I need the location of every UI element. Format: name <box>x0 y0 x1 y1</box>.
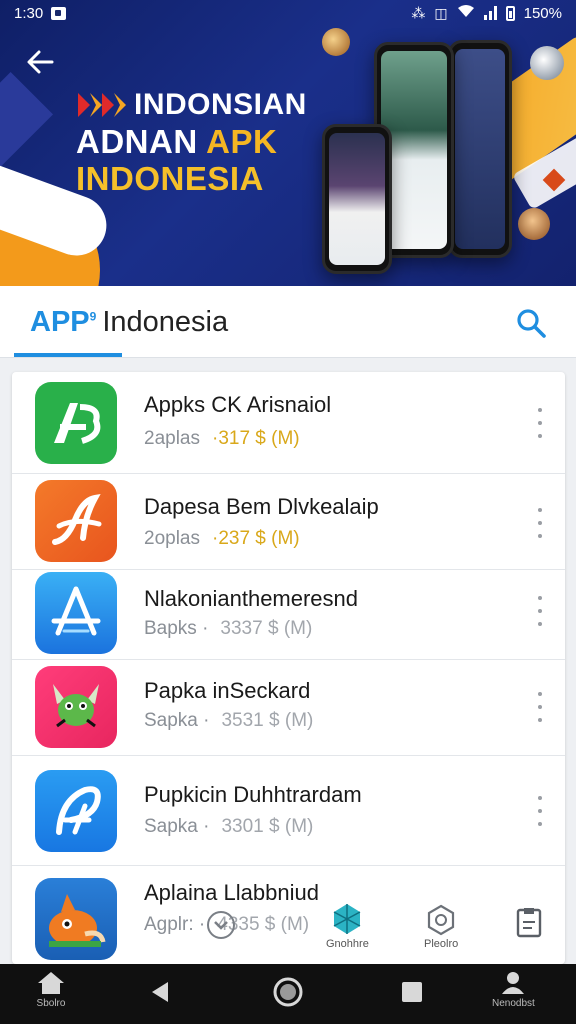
clipboard-overlay-button[interactable] <box>514 906 544 938</box>
tab-active-indicator <box>14 353 122 357</box>
app-type: 2aplas <box>144 428 200 449</box>
more-options-icon[interactable] <box>533 408 547 438</box>
character-decoration <box>518 208 550 240</box>
profile-label: Pleolro <box>424 938 459 950</box>
list-item[interactable]: Papka inSeckard Sapka · 3531 $ (M) <box>12 660 565 756</box>
gem-icon <box>334 904 361 934</box>
pen-a-icon <box>35 770 117 852</box>
list-item[interactable]: Dapesa Bem Dlvkealaip 2oplas ·237 $ (M) <box>12 474 565 570</box>
notification-icon <box>51 6 67 20</box>
banner-title-line3: INDONESIA <box>76 160 264 198</box>
app-type: 2oplas <box>144 528 200 549</box>
promo-banner: INDONSIAN ADNAN APK INDONESIA <box>0 0 576 286</box>
app-type: Bapks · <box>144 618 209 639</box>
nav-recents[interactable] <box>400 980 424 1004</box>
app-type: Agplr: · <box>144 914 206 935</box>
app-meta: Sapka · 3531 $ (M) <box>144 710 313 732</box>
app-name: Nlakonianthemeresnd <box>144 586 359 611</box>
coin-decoration <box>322 28 350 56</box>
nav-account[interactable]: Nenodbst <box>492 970 535 1009</box>
banner-title-accent: APK <box>206 122 278 160</box>
app-meta: Bapks · 3337 $ (M) <box>144 618 312 640</box>
status-bar: 1:30 ⁂ ◫ 150% <box>0 0 576 26</box>
download-overlay-button[interactable] <box>206 910 236 940</box>
banner-title: INDONSIAN ADNAN APK INDONESIA <box>76 88 307 198</box>
phone-mockup <box>448 40 512 258</box>
chevron-down-circle-icon <box>207 911 235 939</box>
games-overlay-button[interactable]: Gnohhre <box>326 902 369 950</box>
script-a-icon <box>35 480 117 562</box>
list-item[interactable]: Pupkicin Duhhtrardam Sapka · 3301 $ (M) <box>12 756 565 866</box>
list-item[interactable]: Appks CK Arisnaiol 2aplas ·317 $ (M) <box>12 372 565 474</box>
list-item[interactable]: Nlakonianthemeresnd Bapks · 3337 $ (M) <box>12 570 565 660</box>
battery-level: 150% <box>523 4 562 22</box>
brand-logo-icon <box>76 91 128 119</box>
search-icon <box>517 309 546 338</box>
dragon-icon <box>35 666 117 748</box>
battery-icon <box>505 5 515 21</box>
banner-title-line1: INDONSIAN <box>134 88 307 121</box>
banner-shape <box>0 71 54 179</box>
clipboard-icon <box>516 908 542 938</box>
app-store-icon <box>35 572 117 654</box>
more-options-icon[interactable] <box>533 508 547 538</box>
arrow-left-icon <box>27 50 54 74</box>
vibrate-icon: ◫ <box>434 4 448 21</box>
app-meta: 2aplas ·317 $ (M) <box>144 428 300 450</box>
home-icon <box>38 972 64 994</box>
fox-icon <box>35 878 117 960</box>
bottom-navigation: Sbolro Nenodbst <box>0 964 576 1024</box>
tab-header: APP9 Indonesia <box>0 286 576 358</box>
ball-decoration <box>530 46 564 80</box>
app-name: Appks CK Arisnaiol <box>144 392 332 417</box>
nav-home-circle[interactable] <box>272 976 304 1008</box>
nfc-icon: ⁂ <box>411 4 426 21</box>
app-list: Appks CK Arisnaiol 2aplas ·317 $ (M) Dape… <box>12 372 565 964</box>
search-button[interactable] <box>512 304 550 342</box>
app-meta: 2oplas ·237 $ (M) <box>144 528 300 550</box>
app-size: 3337 $ (M) <box>220 618 313 639</box>
tab-apps[interactable]: APP9 Indonesia <box>30 306 228 339</box>
app-size: ·317 $ (M) <box>212 428 300 449</box>
app-name: Papka inSeckard <box>144 678 311 703</box>
games-label: Gnohhre <box>326 938 369 950</box>
circle-home-icon <box>273 977 303 1007</box>
signal-icon <box>483 6 497 20</box>
app-meta: Sapka · 3301 $ (M) <box>144 816 313 838</box>
status-time: 1:30 <box>14 4 44 22</box>
tab-prefix-sup: 9 <box>89 309 97 324</box>
ab-icon <box>35 382 117 464</box>
app-type: Sapka · <box>144 710 210 731</box>
more-options-icon[interactable] <box>533 796 547 826</box>
app-type: Sapka · <box>144 816 210 837</box>
nav-home[interactable]: Sbolro <box>36 970 66 1009</box>
list-item[interactable]: Aplaina Llabbniud Agplr: · 4335 $ (M) <box>12 866 565 964</box>
person-icon <box>502 972 525 994</box>
app-name: Aplaina Llabbniud <box>144 880 319 905</box>
more-options-icon[interactable] <box>533 596 547 626</box>
banner-title-line2: ADNAN <box>76 122 198 160</box>
hexagon-icon <box>428 904 455 936</box>
app-size: 3301 $ (M) <box>221 816 314 837</box>
phone-mockup <box>322 124 392 274</box>
more-options-icon[interactable] <box>533 692 547 722</box>
wifi-icon <box>457 4 475 22</box>
nav-home-label: Sbolro <box>36 998 66 1009</box>
app-name: Dapesa Bem Dlvkealaip <box>144 494 379 519</box>
nav-back[interactable] <box>148 980 172 1004</box>
square-recents-icon <box>402 982 422 1002</box>
profile-overlay-button[interactable]: Pleolro <box>424 904 458 950</box>
tab-prefix: APP <box>30 306 90 338</box>
tab-title: Indonesia <box>102 306 229 338</box>
app-size: 3531 $ (M) <box>221 710 314 731</box>
back-button[interactable] <box>20 44 60 80</box>
nav-account-label: Nenodbst <box>492 998 535 1009</box>
app-size: ·237 $ (M) <box>212 528 300 549</box>
triangle-back-icon <box>152 982 168 1002</box>
app-name: Pupkicin Duhhtrardam <box>144 782 362 807</box>
